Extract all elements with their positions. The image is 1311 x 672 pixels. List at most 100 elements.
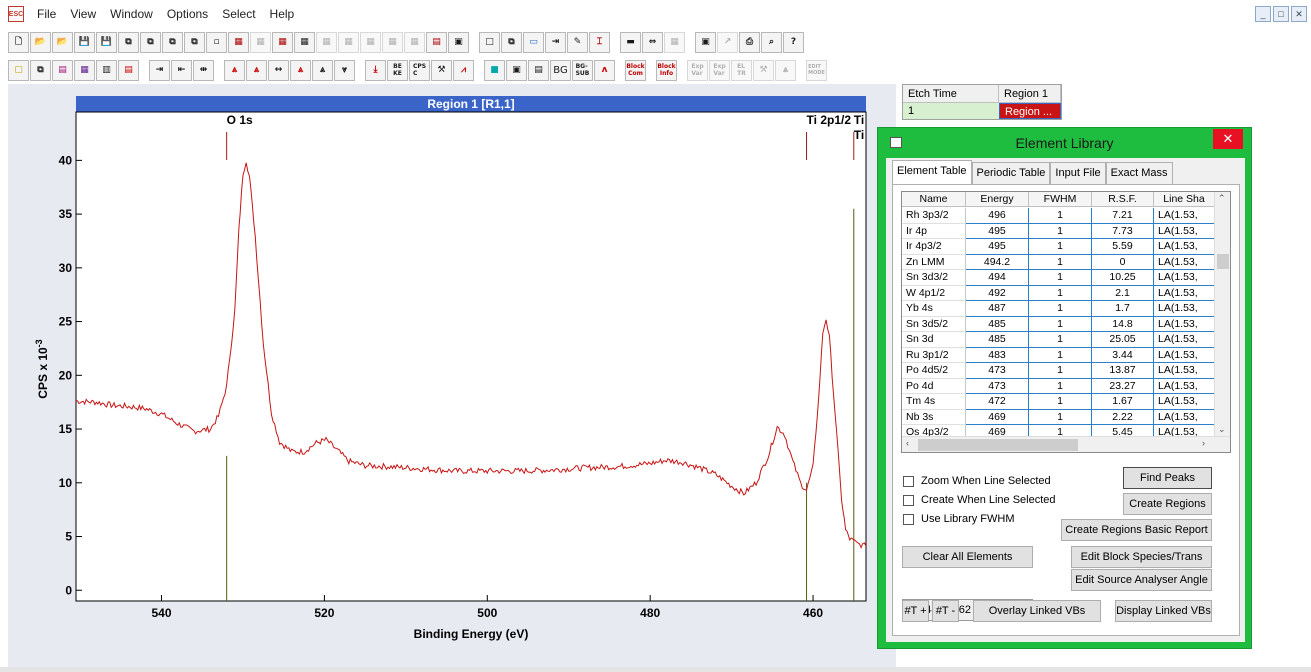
clear-all-elements-button[interactable]: Clear All Elements <box>902 546 1033 568</box>
cell-line-shape[interactable]: LA(1.53, <box>1154 208 1215 224</box>
cell-rsf[interactable]: 5.59 <box>1092 239 1154 255</box>
table-vertical-scrollbar[interactable]: ⌃ ⌄ <box>1214 192 1230 438</box>
cell-name[interactable]: Sn 3d5/2 <box>902 316 966 332</box>
menu-view[interactable]: View <box>63 7 103 21</box>
cell-line-shape[interactable]: LA(1.53, <box>1154 239 1215 255</box>
table-row[interactable]: Po 4d5/2 473 1 13.87 LA(1.53, <box>902 363 1215 379</box>
close-window-button[interactable]: ✕ <box>1291 6 1307 22</box>
cell-name[interactable]: Zn LMM <box>902 254 966 270</box>
vertical-scroll-thumb[interactable] <box>1217 254 1229 269</box>
app-icon[interactable]: ESC <box>8 6 24 22</box>
cell-rsf[interactable]: 1.67 <box>1092 394 1154 410</box>
menu-help[interactable]: Help <box>263 7 302 21</box>
library-icon[interactable]: ▣ <box>695 31 716 53</box>
layout-stack-icon[interactable]: ▥ <box>96 59 117 81</box>
cell-rsf[interactable]: 13.87 <box>1092 363 1154 379</box>
cell-name[interactable]: Sn 3d <box>902 332 966 348</box>
region-header[interactable]: Region 1 <box>999 85 1061 103</box>
create-when-selected-option[interactable]: Create When Line Selected <box>903 494 1056 506</box>
cyan-panel-icon[interactable]: ■ <box>484 59 505 81</box>
cell-line-shape[interactable]: LA(1.53, <box>1154 410 1215 425</box>
peak-fit-icon[interactable]: ⩓ <box>290 59 311 81</box>
cell-energy[interactable]: 472 <box>966 394 1029 410</box>
scroll-down-icon[interactable]: ⌄ <box>1218 424 1226 435</box>
cell-rsf[interactable]: 14.8 <box>1092 316 1154 332</box>
tab-exact-mass[interactable]: Exact Mass <box>1105 162 1173 184</box>
spectrum-chart[interactable]: Region 1 [R1,1] O 1s Ti 2p1/2 Ti 2pTi 2p3 … <box>8 84 896 667</box>
block-info-button[interactable]: Block Info <box>656 59 677 81</box>
save-as-icon[interactable]: 💾 <box>96 31 117 53</box>
edit-source-angle-button[interactable]: Edit Source Analyser Angle <box>1071 569 1212 591</box>
cell-energy[interactable]: 495 <box>966 239 1029 255</box>
expand-x-icon[interactable]: ↔ <box>268 59 289 81</box>
cell-line-shape[interactable]: LA(1.53, <box>1154 255 1215 270</box>
cell-line-shape[interactable]: LA(1.53, <box>1154 270 1215 286</box>
layout-purple-icon[interactable]: ▦ <box>74 59 95 81</box>
cell-energy[interactable]: 485 <box>966 316 1029 332</box>
cell-rsf[interactable]: 23.27 <box>1092 378 1154 394</box>
cell-fwhm[interactable]: 1 <box>1029 394 1092 410</box>
align-icon[interactable]: ⇔ <box>642 31 663 53</box>
table-row[interactable]: Rh 3p3/2 496 1 7.21 LA(1.53, <box>902 208 1215 224</box>
cell-energy[interactable]: 494 <box>966 270 1029 286</box>
scroll-up-icon[interactable]: ⌃ <box>1218 193 1226 204</box>
zoom-checkbox[interactable] <box>903 475 914 487</box>
bg-sub-button[interactable]: BG- SUB <box>572 59 593 81</box>
document-stamp-icon[interactable]: ▤ <box>426 31 447 53</box>
peak-marker-label[interactable]: Ti 2p1/2 <box>807 113 852 127</box>
cell-rsf[interactable]: 0 <box>1092 254 1154 270</box>
scale-down-icon[interactable]: ⩔ <box>334 59 355 81</box>
cell-energy[interactable]: 473 <box>966 378 1029 394</box>
cell-rsf[interactable]: 3.44 <box>1092 347 1154 363</box>
cell-name[interactable]: Sn 3d3/2 <box>902 270 966 286</box>
cell-line-shape[interactable]: LA(1.53, <box>1154 379 1215 394</box>
table-row[interactable]: Po 4d 473 1 23.27 LA(1.53, <box>902 378 1215 394</box>
save-icon[interactable]: 💾 <box>74 31 95 53</box>
edit-block-species-button[interactable]: Edit Block Species/Trans <box>1071 546 1212 568</box>
etch-row-index[interactable]: 1 <box>903 103 999 119</box>
cell-name[interactable]: Ir 4p <box>902 223 966 239</box>
small-page-icon[interactable]: ▫ <box>206 31 227 53</box>
print-preview-icon[interactable]: ⌕ <box>761 31 782 53</box>
zoom-when-selected-option[interactable]: Zoom When Line Selected <box>903 475 1051 487</box>
cell-energy[interactable]: 485 <box>966 332 1029 348</box>
cell-line-shape[interactable]: LA(1.53, <box>1154 394 1215 410</box>
cell-fwhm[interactable]: 1 <box>1029 301 1092 317</box>
cell-fwhm[interactable]: 1 <box>1029 332 1092 348</box>
etch-time-header[interactable]: Etch Time <box>903 85 999 103</box>
menu-file[interactable]: File <box>30 7 63 21</box>
scroll-right-icon[interactable]: › <box>1202 438 1205 448</box>
table-row[interactable]: Nb 3s 469 1 2.22 LA(1.53, <box>902 409 1215 425</box>
t-plus-button[interactable]: #T + <box>902 600 929 622</box>
cell-name[interactable]: Rh 3p3/2 <box>902 208 966 224</box>
save-black-icon[interactable]: ▦ <box>294 31 315 53</box>
peak-marker-label[interactable]: Ti 2p <box>854 113 882 127</box>
menu-select[interactable]: Select <box>215 7 262 21</box>
find-peaks-button[interactable]: Find Peaks <box>1123 467 1212 489</box>
copy-icon[interactable]: ⧉ <box>118 31 139 53</box>
grid-red-icon[interactable]: ▦ <box>228 31 249 53</box>
cell-energy[interactable]: 469 <box>966 409 1029 425</box>
table-row[interactable]: W 4p1/2 492 1 2.1 LA(1.53, <box>902 285 1215 301</box>
cell-energy[interactable]: 483 <box>966 347 1029 363</box>
cell-energy[interactable]: 495 <box>966 223 1029 239</box>
menu-window[interactable]: Window <box>103 7 160 21</box>
arrow-into-icon[interactable]: ⇥ <box>545 31 566 53</box>
block-com-button[interactable]: Block Com <box>625 59 646 81</box>
screen-icon[interactable]: ▭ <box>523 31 544 53</box>
cps-c-button[interactable]: CPS C <box>409 59 430 81</box>
restore-button[interactable]: □ <box>1273 6 1289 22</box>
open-recent-icon[interactable]: 📂 <box>52 31 73 53</box>
paste-block-icon[interactable]: ⧉ <box>184 31 205 53</box>
peak-marker-label[interactable]: O 1s <box>227 113 253 127</box>
cell-fwhm[interactable]: 1 <box>1029 270 1092 286</box>
table-row[interactable]: Sn 3d5/2 485 1 14.8 LA(1.53, <box>902 316 1215 332</box>
col-fwhm[interactable]: FWHM <box>1029 192 1092 207</box>
cell-fwhm[interactable]: 1 <box>1029 239 1092 255</box>
cell-energy[interactable]: 473 <box>966 363 1029 379</box>
bg-button[interactable]: BG <box>550 59 571 81</box>
layout-overlay-icon[interactable]: ⧉ <box>30 59 51 81</box>
cell-name[interactable]: Po 4d5/2 <box>902 363 966 379</box>
print-icon[interactable]: ⎙ <box>739 31 760 53</box>
cell-rsf[interactable]: 2.22 <box>1092 409 1154 425</box>
